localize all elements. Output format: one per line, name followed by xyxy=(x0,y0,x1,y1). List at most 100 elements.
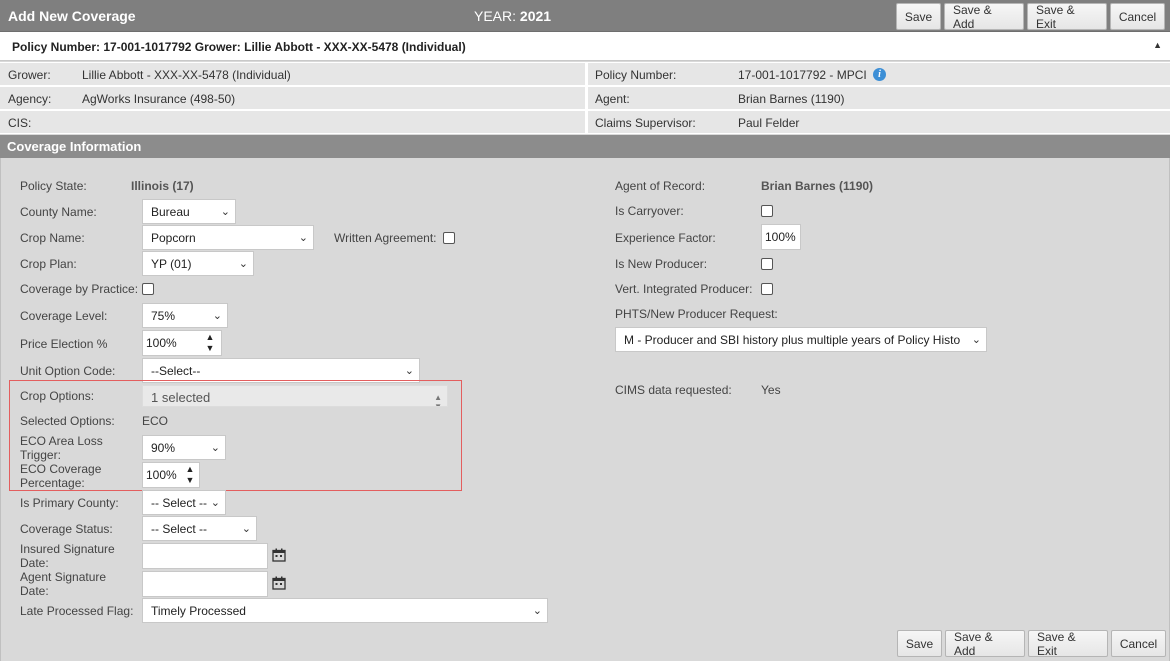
is-primary-county-select[interactable]: -- Select -- ⌄ xyxy=(142,490,226,515)
is-new-producer-checkbox[interactable] xyxy=(761,258,773,270)
cims-label: CIMS data requested: xyxy=(615,383,732,397)
coverage-level-label: Coverage Level: xyxy=(20,309,108,323)
crop-name-value: Popcorn xyxy=(151,231,196,245)
insured-signature-date-input[interactable] xyxy=(142,543,268,569)
save-button[interactable]: Save xyxy=(896,3,941,30)
footer-save-and-exit-button[interactable]: Save & Exit xyxy=(1028,630,1108,658)
is-carryover-label: Is Carryover: xyxy=(615,204,684,218)
unit-option-code-label: Unit Option Code: xyxy=(20,364,116,378)
county-name-select[interactable]: Bureau ⌄ xyxy=(142,199,236,224)
price-election-spinner[interactable]: ▲ ▼ xyxy=(201,330,219,356)
coverage-level-select[interactable]: 75% ⌄ xyxy=(142,303,228,328)
crop-plan-value: YP (01) xyxy=(151,257,192,271)
vert-integrated-producer-checkbox[interactable] xyxy=(761,283,773,295)
chevron-down-icon: ⌄ xyxy=(971,334,981,346)
claims-supervisor-row: Claims Supervisor: Paul Felder xyxy=(588,111,1170,134)
chevron-down-icon: ⌄ xyxy=(298,232,308,244)
agent-of-record-value: Brian Barnes (1190) xyxy=(761,179,874,193)
agent-signature-date-label-2: Date: xyxy=(20,584,49,598)
coverage-by-practice-checkbox[interactable] xyxy=(142,283,154,295)
year-indicator: YEAR: 2021 xyxy=(474,8,551,24)
chevron-down-icon: ⌄ xyxy=(238,258,248,270)
eco-area-loss-trigger-label-1: ECO Area Loss xyxy=(20,434,103,448)
grower-value: Lillie Abbott - XXX-XX-5478 (Individual) xyxy=(82,68,291,82)
agency-row: Agency: AgWorks Insurance (498-50) xyxy=(0,87,585,110)
late-processed-flag-select[interactable]: Timely Processed ⌄ xyxy=(142,598,548,623)
crop-options-value: 1 selected xyxy=(151,390,211,405)
phts-value: M - Producer and SBI history plus multip… xyxy=(624,333,960,347)
cancel-button[interactable]: Cancel xyxy=(1110,3,1165,30)
year-label: YEAR: xyxy=(474,8,517,24)
policy-summary-text: Policy Number: 17-001-1017792 Grower: Li… xyxy=(12,40,466,54)
dialog-header: Add New Coverage YEAR: 2021 Save Save & … xyxy=(0,0,1170,32)
selected-options-label: Selected Options: xyxy=(20,414,115,428)
footer-save-button[interactable]: Save xyxy=(897,630,942,657)
phts-select[interactable]: M - Producer and SBI history plus multip… xyxy=(615,327,987,352)
calendar-icon[interactable] xyxy=(272,548,286,562)
footer-cancel-button[interactable]: Cancel xyxy=(1111,630,1166,657)
late-processed-flag-value: Timely Processed xyxy=(151,604,246,618)
price-election-value: 100% xyxy=(146,336,177,350)
chevron-down-icon: ⌄ xyxy=(404,365,414,377)
calendar-icon[interactable] xyxy=(272,576,286,590)
coverage-by-practice-label: Coverage by Practice: xyxy=(20,282,139,296)
cims-value: Yes xyxy=(761,383,781,397)
experience-factor-input[interactable]: 100% xyxy=(761,224,801,250)
chevron-down-icon: ⌄ xyxy=(241,523,251,535)
crop-options-select[interactable]: 1 selected ▲ ▼ xyxy=(142,385,448,407)
updown-icon: ▲ ▼ xyxy=(434,393,442,407)
eco-coverage-percentage-spinner[interactable]: ▲ ▼ xyxy=(181,462,199,488)
year-value: 2021 xyxy=(519,8,552,24)
agent-signature-date-input[interactable] xyxy=(142,571,268,597)
crop-name-label: Crop Name: xyxy=(20,231,85,245)
crop-options-label: Crop Options: xyxy=(20,389,95,403)
claims-supervisor-value: Paul Felder xyxy=(738,116,800,130)
experience-factor-value: 100% xyxy=(765,230,796,244)
coverage-status-select[interactable]: -- Select -- ⌄ xyxy=(142,516,257,541)
agent-value: Brian Barnes (1190) xyxy=(738,92,845,106)
eco-area-loss-trigger-label-2: Trigger: xyxy=(20,448,61,462)
footer-save-and-add-button[interactable]: Save & Add xyxy=(945,630,1025,658)
county-name-value: Bureau xyxy=(151,205,190,219)
is-new-producer-label: Is New Producer: xyxy=(615,257,708,271)
policy-summary-bar[interactable]: Policy Number: 17-001-1017792 Grower: Li… xyxy=(0,32,1170,61)
written-agreement-checkbox[interactable] xyxy=(443,232,455,244)
info-icon[interactable]: i xyxy=(873,68,886,81)
crop-plan-select[interactable]: YP (01) ⌄ xyxy=(142,251,254,276)
policy-state-value: Illinois (17) xyxy=(131,179,194,193)
policy-state-label: Policy State: xyxy=(20,179,87,193)
is-primary-county-value: -- Select -- xyxy=(151,496,208,510)
policy-number-row: Policy Number: 17-001-1017792 - MPCI i xyxy=(588,63,1170,86)
agency-label: Agency: xyxy=(8,92,52,106)
agent-signature-date-label-1: Agent Signature xyxy=(20,570,107,584)
collapse-caret-icon[interactable]: ▲ xyxy=(1153,40,1162,50)
chevron-down-icon: ⌄ xyxy=(210,497,220,509)
agent-label: Agent: xyxy=(595,92,630,106)
dialog-title: Add New Coverage xyxy=(8,8,136,24)
policy-info-grid: Grower: Lillie Abbott - XXX-XX-5478 (Ind… xyxy=(0,62,1170,134)
eco-coverage-percentage-value: 100% xyxy=(146,468,177,482)
cis-row: CIS: xyxy=(0,111,585,134)
cis-label: CIS: xyxy=(8,116,32,130)
written-agreement-label: Written Agreement: xyxy=(334,231,437,245)
agent-row: Agent: Brian Barnes (1190) xyxy=(588,87,1170,110)
chevron-down-icon: ⌄ xyxy=(532,605,542,617)
agent-of-record-label: Agent of Record: xyxy=(615,179,706,193)
coverage-level-value: 75% xyxy=(151,309,176,323)
chevron-down-icon: ⌄ xyxy=(210,442,220,454)
save-and-exit-button[interactable]: Save & Exit xyxy=(1027,3,1107,31)
insured-signature-date-label-2: Date: xyxy=(20,556,49,570)
section-header: Coverage Information xyxy=(0,135,1170,158)
grower-row: Grower: Lillie Abbott - XXX-XX-5478 (Ind… xyxy=(0,63,585,86)
price-election-label: Price Election % xyxy=(20,337,108,351)
save-and-add-button[interactable]: Save & Add xyxy=(944,3,1024,31)
policy-number-label: Policy Number: xyxy=(595,68,677,82)
chevron-down-icon: ⌄ xyxy=(220,206,230,218)
crop-name-select[interactable]: Popcorn ⌄ xyxy=(142,225,314,250)
county-name-label: County Name: xyxy=(20,205,97,219)
eco-area-loss-trigger-value: 90% xyxy=(151,441,176,455)
coverage-status-value: -- Select -- xyxy=(151,522,208,536)
is-carryover-checkbox[interactable] xyxy=(761,205,773,217)
grower-label: Grower: xyxy=(8,68,51,82)
eco-area-loss-trigger-select[interactable]: 90% ⌄ xyxy=(142,435,226,460)
